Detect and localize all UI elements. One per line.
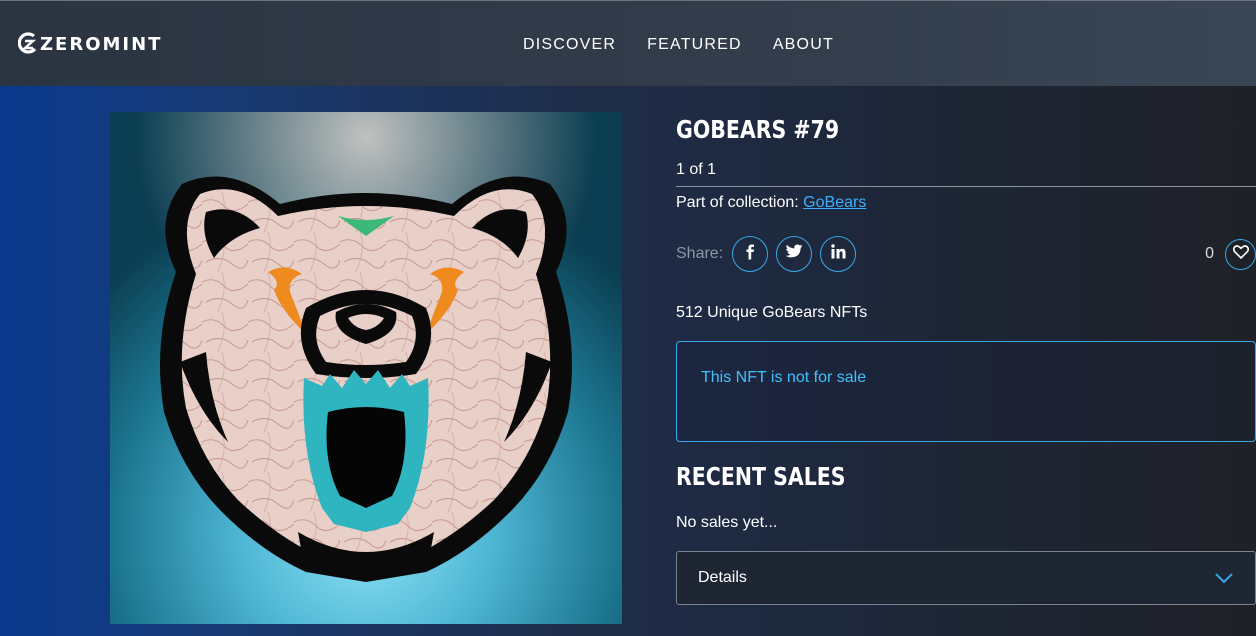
linkedin-icon <box>830 244 846 264</box>
collection-link[interactable]: GoBears <box>803 194 866 211</box>
nav-discover[interactable]: DISCOVER <box>523 36 616 54</box>
collection-label: Part of collection: <box>676 194 804 211</box>
recent-sales-empty: No sales yet... <box>676 514 778 531</box>
recent-sales-heading: RECENT SALES <box>676 462 846 491</box>
details-accordion[interactable]: Details <box>676 551 1256 605</box>
share-label: Share: <box>676 245 724 262</box>
share-facebook-button[interactable] <box>732 236 768 272</box>
collection-description: 512 Unique GoBears NFTs <box>676 304 868 321</box>
nav-about[interactable]: ABOUT <box>773 36 834 54</box>
zeromint-logo-icon <box>17 32 38 56</box>
divider <box>676 186 1256 187</box>
share-twitter-button[interactable] <box>776 236 812 272</box>
details-label: Details <box>698 569 747 586</box>
collection-line: Part of collection: GoBears <box>676 194 866 212</box>
like-button[interactable] <box>1225 239 1256 270</box>
heart-icon <box>1232 245 1249 264</box>
brand-logo[interactable]: ZEROMINT <box>17 32 163 56</box>
brand-name: ZEROMINT <box>40 33 163 55</box>
bear-head-artwork <box>110 112 622 624</box>
nft-image[interactable] <box>110 112 622 624</box>
twitter-icon <box>785 244 803 264</box>
nft-detail-page: GOBEARS #79 1 of 1 Part of collection: G… <box>0 86 1256 636</box>
sale-status-text: This NFT is not for sale <box>701 369 867 386</box>
chevron-down-icon <box>1215 571 1233 589</box>
like-count: 0 <box>1205 245 1214 262</box>
share-row: Share: 0 <box>676 236 1256 272</box>
edition-count: 1 of 1 <box>676 161 717 178</box>
share-linkedin-button[interactable] <box>820 236 856 272</box>
nft-title: GOBEARS #79 <box>676 115 840 144</box>
sale-status-box: This NFT is not for sale <box>676 341 1256 442</box>
top-navbar: ZEROMINT DISCOVER FEATURED ABOUT <box>0 0 1256 86</box>
facebook-icon <box>743 244 757 265</box>
main-nav: DISCOVER FEATURED ABOUT <box>523 36 834 54</box>
nav-featured[interactable]: FEATURED <box>647 36 742 54</box>
